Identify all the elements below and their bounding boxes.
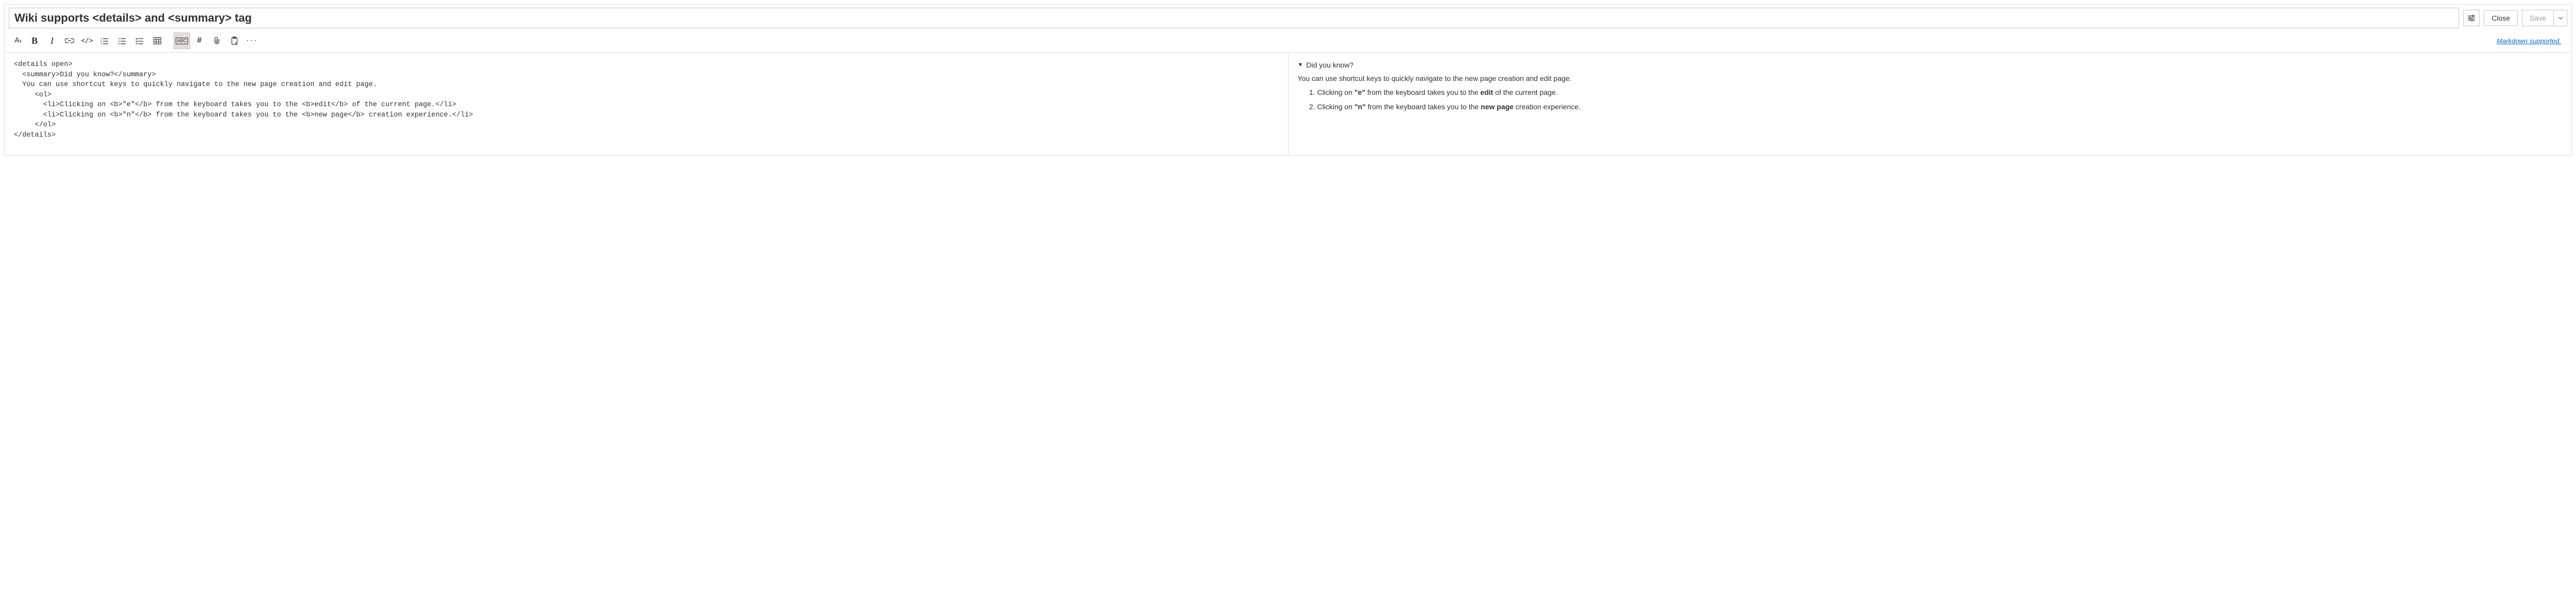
italic-glyph: I <box>50 36 54 46</box>
text: Clicking on <box>1317 88 1354 96</box>
text: from the keyboard takes you to the <box>1365 88 1480 96</box>
text: Clicking on <box>1317 103 1354 111</box>
ordered-list-icon: 1 2 3 <box>100 37 109 44</box>
link-button[interactable] <box>61 32 78 49</box>
font-color-button[interactable] <box>9 32 25 49</box>
unordered-list-button[interactable] <box>114 32 130 49</box>
sliders-icon <box>2467 14 2476 22</box>
bold-button[interactable]: B <box>26 32 43 49</box>
summary-text: Did you know? <box>1306 60 1353 71</box>
text: of the current page. <box>1493 88 1557 96</box>
font-color-icon <box>12 37 22 45</box>
editor-container: Close Save B I </> 1 2 <box>4 4 2572 156</box>
italic-button[interactable]: I <box>44 32 60 49</box>
table-icon <box>154 37 161 44</box>
disclosure-triangle-icon: ▼ <box>1298 61 1303 70</box>
bold-text: "n" <box>1354 103 1366 111</box>
checklist-button[interactable] <box>131 32 148 49</box>
more-button[interactable]: ··· <box>244 32 260 49</box>
close-button[interactable]: Close <box>2484 10 2518 26</box>
bold-glyph: B <box>31 36 38 46</box>
markdown-supported-link[interactable]: Markdown supported. <box>2497 37 2561 45</box>
unordered-list-icon <box>118 37 126 44</box>
paste-button[interactable] <box>226 32 243 49</box>
attach-button[interactable] <box>209 32 225 49</box>
text: creation experience. <box>1514 103 1581 111</box>
text: from the keyboard takes you to the <box>1366 103 1481 111</box>
highlight-button[interactable]: ABC <box>174 32 190 49</box>
highlight-glyph: ABC <box>176 38 189 44</box>
svg-text:3: 3 <box>100 43 102 44</box>
checklist-icon <box>135 37 144 44</box>
list-item: Clicking on "n" from the keyboard takes … <box>1317 102 2563 113</box>
link-icon <box>65 38 74 44</box>
bold-text: "e" <box>1354 88 1365 96</box>
preview-pane: ▼ Did you know? You can use shortcut key… <box>1289 53 2572 155</box>
paperclip-icon <box>213 37 221 45</box>
markdown-source-pane[interactable]: <details open> <summary>Did you know?</s… <box>5 53 1289 155</box>
formatting-toolbar: B I </> 1 2 3 <box>5 31 2571 52</box>
preview-intro: You can use shortcut keys to quickly nav… <box>1298 73 2563 85</box>
title-row: Close Save <box>5 5 2571 31</box>
ordered-list-button[interactable]: 1 2 3 <box>96 32 113 49</box>
bold-text: edit <box>1480 88 1493 96</box>
table-button[interactable] <box>149 32 165 49</box>
save-dropdown-button[interactable] <box>2554 10 2567 26</box>
preview-list: Clicking on "e" from the keyboard takes … <box>1298 87 2563 112</box>
clipboard-icon <box>231 37 238 45</box>
chevron-down-icon <box>2558 16 2563 20</box>
save-button-group: Save <box>2522 10 2567 26</box>
bold-text: new page <box>1481 103 1514 111</box>
save-button[interactable]: Save <box>2522 10 2554 26</box>
details-summary[interactable]: ▼ Did you know? <box>1298 60 2563 71</box>
list-item: Clicking on "e" from the keyboard takes … <box>1317 87 2563 98</box>
code-button[interactable]: </> <box>79 32 95 49</box>
editor-split: <details open> <summary>Did you know?</s… <box>5 52 2571 155</box>
page-settings-button[interactable] <box>2463 10 2480 26</box>
mention-button[interactable]: # <box>191 32 208 49</box>
page-title-input[interactable] <box>9 8 2459 28</box>
